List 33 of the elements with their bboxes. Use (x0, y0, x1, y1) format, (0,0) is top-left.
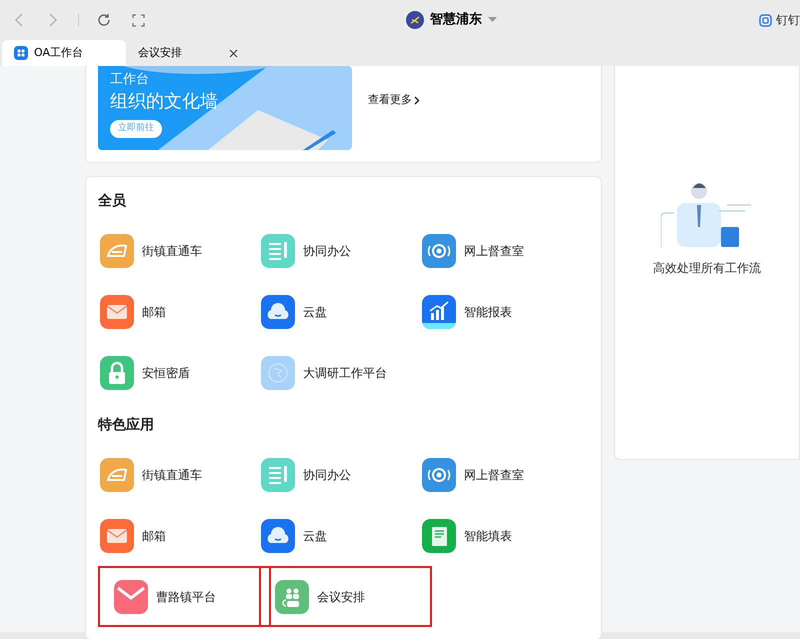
app-item[interactable]: 安恒密盾 (98, 342, 259, 403)
app-item[interactable]: 邮箱 (98, 281, 259, 342)
tab[interactable]: 会议安排 (126, 40, 250, 66)
app-item[interactable]: 协同办公 (259, 220, 420, 281)
empty-caption: 高效处理所有工作流 (653, 260, 761, 277)
banner-title: 组织的文化墙 (110, 90, 218, 114)
app-item[interactable]: 大调研工作平台 (259, 342, 420, 403)
view-more-link[interactable]: 查看更多 (368, 92, 420, 108)
section-title: 全员 (98, 192, 127, 211)
app-item[interactable]: 网上督查室 (420, 220, 581, 281)
app-item[interactable]: 智能报表 (420, 281, 581, 342)
tab[interactable]: OA工作台 (2, 40, 126, 66)
chevron-icon (414, 96, 420, 105)
app-item[interactable]: 智能填表 (420, 505, 581, 566)
app-item[interactable]: 会议安排 (259, 566, 432, 627)
app-switcher[interactable]: 智慧浦东 (406, 10, 497, 30)
app-item[interactable]: 云盘 (259, 281, 420, 342)
caret-icon (488, 16, 497, 23)
app-icon (759, 14, 772, 26)
app-title: 智慧浦东 (430, 10, 482, 29)
toolbar-link[interactable]: 钉钉 (759, 11, 800, 29)
app-grid-icon (14, 46, 28, 60)
app-item[interactable]: 网上督查室 (420, 444, 581, 505)
app-item[interactable]: 街镇直通车 (98, 220, 259, 281)
app-item[interactable]: 协同办公 (259, 444, 420, 505)
banner-subtitle: 工作台 (110, 71, 149, 89)
logo-icon (406, 10, 424, 29)
close-icon[interactable] (229, 48, 238, 58)
app-item[interactable]: 云盘 (259, 505, 420, 566)
app-item[interactable]: 街镇直通车 (98, 444, 259, 505)
app-item[interactable]: 邮箱 (98, 505, 259, 566)
app-item[interactable]: 曹路镇平台 (98, 566, 271, 627)
section-title: 特色应用 (98, 416, 155, 435)
